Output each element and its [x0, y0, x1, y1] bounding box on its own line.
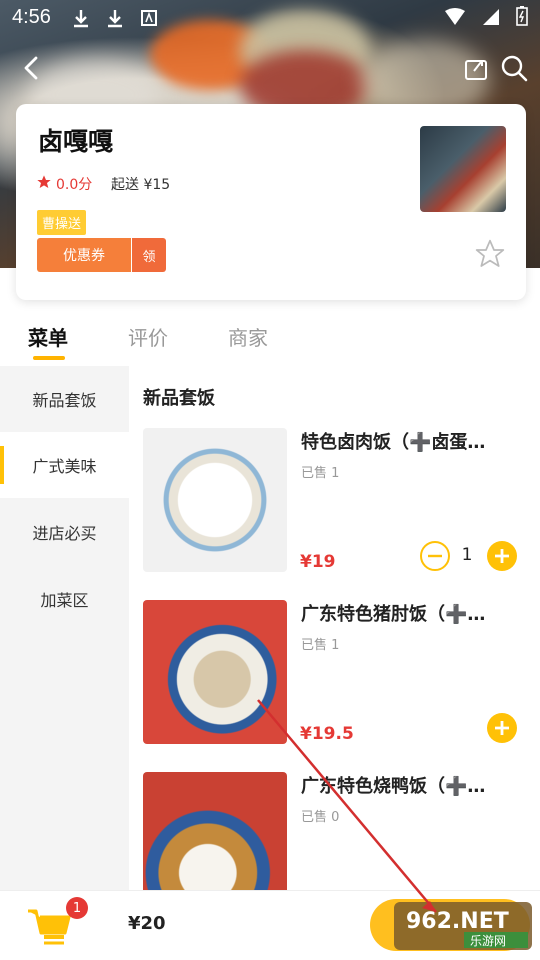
sidebar-item-must-buy[interactable]: 进店必买: [0, 499, 129, 565]
tab-merchant[interactable]: 商家: [228, 322, 268, 351]
store-info-card: 卤嘎嘎 0.0分 起送 ¥15 曹操送 优惠券 领: [16, 104, 526, 300]
dish-name: 特色卤肉饭（➕卤蛋…: [301, 432, 486, 453]
quantity-value: 1: [461, 545, 473, 565]
cart-total: ¥20: [128, 913, 166, 934]
tab-reviews[interactable]: 评价: [128, 322, 168, 351]
dish-list: 新品套饭 特色卤肉饭（➕卤蛋… 已售 1 ¥19 1 广东特色猪肘饭（➕… 已售…: [129, 366, 540, 890]
cart-count-badge: 1: [66, 897, 88, 919]
plus-icon[interactable]: [486, 540, 518, 572]
dish-image[interactable]: [143, 600, 287, 744]
dish-sold: 已售 1: [301, 638, 340, 653]
notification-icon: [140, 8, 158, 28]
sidebar-item-add-dish[interactable]: 加菜区: [0, 566, 129, 632]
min-order: 起送 ¥15: [111, 177, 171, 193]
store-name: 卤嘎嘎: [38, 127, 114, 156]
dish-image[interactable]: [143, 428, 287, 572]
wifi-icon: [444, 7, 466, 31]
sidebar-item-new-sets[interactable]: 新品套饭: [0, 366, 129, 432]
store-page: 4:56 卤嘎嘎 0.0分 起送 ¥15 曹操送 优惠券 领 菜单 评价 商家 …: [0, 0, 540, 960]
signal-icon: [482, 7, 500, 31]
sidebar-item-cantonese[interactable]: 广式美味: [0, 432, 129, 498]
rating-value: 0.0分: [56, 177, 93, 193]
sidebar-item-label: 加菜区: [40, 591, 89, 610]
search-icon[interactable]: [500, 54, 528, 82]
dish-price: ¥19: [300, 552, 336, 572]
plus-icon[interactable]: [486, 712, 518, 744]
svg-text:962.NET: 962.NET: [406, 909, 509, 934]
section-title: 新品套饭: [143, 388, 215, 409]
tab-menu[interactable]: 菜单: [28, 322, 68, 351]
download-icon: [72, 8, 90, 28]
store-rating: 0.0分: [36, 174, 92, 194]
share-icon[interactable]: [462, 54, 490, 82]
dish-item[interactable]: 广东特色猪肘饭（➕… 已售 1 ¥19.5: [129, 600, 540, 772]
sidebar-item-label: 新品套饭: [32, 391, 97, 410]
store-thumbnail: [420, 126, 506, 212]
sidebar-item-label: 进店必买: [32, 524, 97, 543]
store-tabs: 菜单 评价 商家: [0, 318, 540, 366]
dish-sold: 已售 1: [301, 466, 340, 481]
dish-price: ¥19.5: [300, 724, 354, 744]
minus-icon[interactable]: [419, 540, 451, 572]
coupon-button[interactable]: 优惠券: [37, 238, 131, 272]
dish-sold: 已售 0: [301, 810, 340, 825]
tab-underline: [33, 356, 65, 360]
dish-name: 广东特色烧鸭饭（➕…: [301, 776, 486, 797]
dish-item[interactable]: 特色卤肉饭（➕卤蛋… 已售 1 ¥19 1: [129, 428, 540, 600]
claim-coupon-button[interactable]: 领: [132, 238, 166, 272]
svg-text:乐游网: 乐游网: [470, 934, 506, 948]
delivery-badge: 曹操送: [37, 210, 87, 235]
battery-icon: [516, 6, 528, 31]
star-icon: [36, 174, 52, 194]
dish-name: 广东特色猪肘饭（➕…: [301, 604, 486, 625]
site-watermark-logo: 962.NET 乐游网: [392, 896, 534, 954]
status-bar: 4:56: [0, 0, 540, 36]
download-icon: [106, 8, 124, 28]
back-icon[interactable]: [18, 54, 46, 82]
favorite-star-icon[interactable]: [474, 238, 506, 270]
active-indicator: [0, 446, 4, 484]
status-time: 4:56: [12, 6, 51, 28]
dish-image[interactable]: [143, 772, 287, 890]
dish-item[interactable]: 广东特色烧鸭饭（➕… 已售 0: [129, 772, 540, 890]
category-sidebar: 新品套饭 广式美味 进店必买 加菜区: [0, 366, 129, 890]
sidebar-item-label: 广式美味: [32, 457, 97, 476]
